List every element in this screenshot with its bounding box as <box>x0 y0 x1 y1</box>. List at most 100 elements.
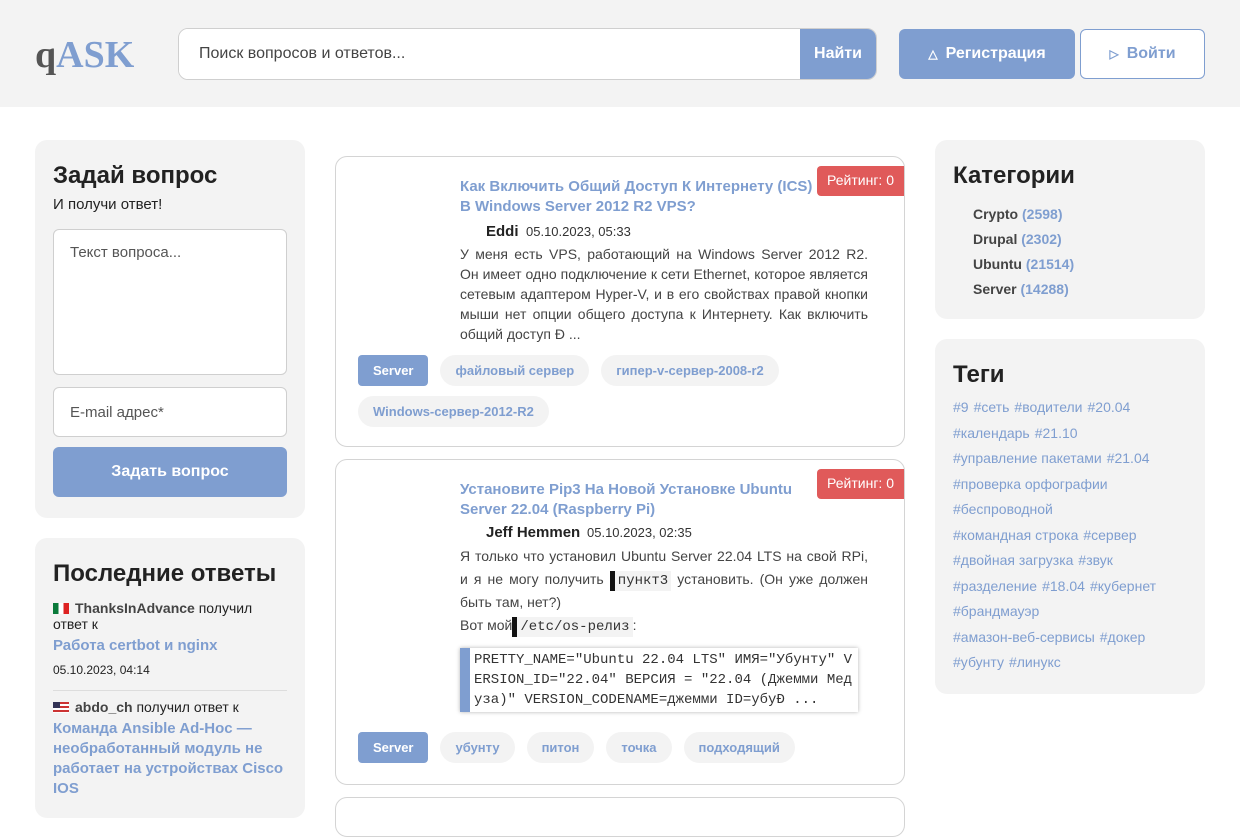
tag-pill[interactable]: Windows-сервер-2012-R2 <box>358 396 549 427</box>
tag-pill[interactable]: точка <box>606 732 672 763</box>
logo-q: q <box>35 34 57 76</box>
register-button[interactable]: △ Регистрация <box>899 29 1075 79</box>
search-bar: Найти <box>178 28 877 80</box>
category-count: (2598) <box>1022 206 1063 222</box>
tag-link[interactable]: #управление пакетами <box>953 450 1102 466</box>
question-title-link[interactable]: Установите Pip3 На Новой Установке Ubunt… <box>460 480 820 520</box>
search-button[interactable]: Найти <box>800 29 876 79</box>
user-plus-icon: △ <box>928 47 938 61</box>
tag-link[interactable]: #амазон-веб-сервисы <box>953 629 1095 645</box>
answer-date: 05.10.2023, 04:14 <box>53 663 150 677</box>
tag-link[interactable]: #9 <box>953 399 969 415</box>
ask-question-panel: Задай вопрос И получи ответ! Задать вопр… <box>35 140 305 518</box>
tag-link[interactable]: #20.04 <box>1088 399 1131 415</box>
recent-answers-panel: Последние ответы ThanksInAdvance получил… <box>35 538 305 818</box>
register-label: Регистрация <box>945 45 1046 62</box>
tag-link[interactable]: #линукс <box>1009 654 1061 670</box>
category-tag[interactable]: Server <box>358 732 429 763</box>
tag-pill[interactable]: убунту <box>440 732 515 763</box>
tags-title: Теги <box>953 361 1005 388</box>
category-item[interactable]: Ubuntu (21514) <box>973 252 1187 277</box>
sign-in-icon: ▷ <box>1109 47 1119 61</box>
tag-link[interactable]: #проверка орфографии <box>953 476 1108 492</box>
login-button[interactable]: ▷ Войти <box>1080 29 1205 79</box>
categories-title: Категории <box>953 162 1075 189</box>
recent-answers-title: Последние ответы <box>53 560 277 587</box>
ask-title: Задай вопрос <box>53 162 218 189</box>
usa-flag-icon <box>53 702 69 713</box>
category-item[interactable]: Server (14288) <box>973 277 1187 302</box>
excerpt-text: Вот мой <box>460 617 513 633</box>
tag-cloud: #9 #сеть #водители #20.04 #календарь #21.10 … <box>953 395 1187 676</box>
inline-code: /etc/os-релиз <box>512 617 633 637</box>
tag-pill[interactable]: гипер-v-сервер-2008-r2 <box>601 355 779 386</box>
ask-subtitle: И получи ответ! <box>53 196 163 213</box>
tags-panel: Теги #9 #сеть #водители #20.04 #календарь #2… <box>935 339 1205 694</box>
rating-badge: Рейтинг: 0 <box>817 469 904 499</box>
question-card: Рейтинг: 0 Установите Pip3 На Новой Уста… <box>335 459 905 785</box>
category-name: Drupal <box>973 231 1018 247</box>
answer-question-link[interactable]: Работа certbot и nginx <box>53 636 287 656</box>
tag-link[interactable]: #убунту <box>953 654 1004 670</box>
tag-link[interactable]: #18.04 <box>1042 578 1085 594</box>
tag-link[interactable]: #разделение <box>953 578 1037 594</box>
tag-link[interactable]: #докер <box>1100 629 1146 645</box>
tag-link[interactable]: #21.04 <box>1107 450 1150 466</box>
tag-link[interactable]: #водители <box>1014 399 1082 415</box>
inline-code: пункт3 <box>609 571 672 591</box>
category-count: (21514) <box>1025 256 1075 272</box>
question-excerpt: У меня есть VPS, работающий на Windows S… <box>460 246 868 342</box>
tag-link[interactable]: #звук <box>1078 552 1112 568</box>
site-logo[interactable]: qASK <box>35 33 134 77</box>
category-item[interactable]: Crypto (2598) <box>973 202 1187 227</box>
category-tag[interactable]: Server <box>358 355 429 386</box>
ask-submit-button[interactable]: Задать вопрос <box>53 447 287 497</box>
categories-list: Crypto (2598) Drupal (2302) Ubuntu (2151… <box>953 202 1187 302</box>
question-card <box>335 797 905 837</box>
category-name: Crypto <box>973 206 1019 222</box>
tag-link[interactable]: #21.10 <box>1035 425 1078 441</box>
login-label: Войти <box>1126 45 1176 62</box>
tag-link[interactable]: #сервер <box>1083 527 1136 543</box>
category-item[interactable]: Drupal (2302) <box>973 227 1187 252</box>
question-date: 05.10.2023, 05:33 <box>526 224 631 239</box>
question-date: 05.10.2023, 02:35 <box>587 525 692 540</box>
question-card: Рейтинг: 0 Как Включить Общий Доступ К И… <box>335 156 905 447</box>
rating-badge: Рейтинг: 0 <box>817 166 904 196</box>
answer-user[interactable]: abdo_ch <box>75 699 133 715</box>
tag-link[interactable]: #брандмауэр <box>953 603 1039 619</box>
question-excerpt: Я только что установил Ubuntu Server 22.… <box>460 545 868 637</box>
tag-link[interactable]: #кубернет <box>1090 578 1156 594</box>
excerpt-text: : <box>632 617 637 633</box>
email-field[interactable] <box>53 387 287 437</box>
tag-link[interactable]: #двойная загрузка <box>953 552 1073 568</box>
categories-panel: Категории Crypto (2598) Drupal (2302) Ub… <box>935 140 1205 319</box>
tag-pill[interactable]: питон <box>526 732 595 763</box>
tag-link[interactable]: #командная строка <box>953 527 1078 543</box>
tag-link[interactable]: #беспроводной <box>953 501 1053 517</box>
answer-user[interactable]: ThanksInAdvance <box>75 600 195 616</box>
mexico-flag-icon <box>53 603 69 614</box>
question-textarea[interactable] <box>53 229 287 375</box>
category-name: Server <box>973 281 1017 297</box>
recent-answer-item: abdo_ch получил ответ к Команда Ansible … <box>53 690 287 799</box>
tag-link[interactable]: #календарь <box>953 425 1030 441</box>
code-block: PRETTY_NAME="Ubuntu 22.04 LTS" ИМЯ="Убун… <box>460 648 858 712</box>
tag-link[interactable]: #сеть <box>974 399 1010 415</box>
tag-pill[interactable]: файловый сервер <box>440 355 590 386</box>
category-name: Ubuntu <box>973 256 1022 272</box>
category-count: (14288) <box>1020 281 1069 297</box>
question-author[interactable]: Eddi <box>486 223 519 240</box>
answer-action: получил ответ к <box>136 699 239 715</box>
answer-question-link[interactable]: Команда Ansible Ad-Hoc — необработанный … <box>53 719 287 799</box>
site-header: qASK Найти △ Регистрация ▷ Войти <box>0 0 1240 107</box>
question-tags: Server файловый сервер гипер-v-сервер-20… <box>358 355 888 427</box>
logo-ask: ASK <box>56 34 135 76</box>
question-title-link[interactable]: Как Включить Общий Доступ К Интернету (I… <box>460 177 820 217</box>
tag-pill[interactable]: подходящий <box>683 732 795 763</box>
recent-answer-item: ThanksInAdvance получил ответ к Работа c… <box>53 600 287 678</box>
search-input[interactable] <box>179 29 801 79</box>
question-author[interactable]: Jeff Hemmen <box>486 524 580 541</box>
category-count: (2302) <box>1021 231 1062 247</box>
question-tags: Server убунту питон точка подходящий <box>358 732 888 763</box>
